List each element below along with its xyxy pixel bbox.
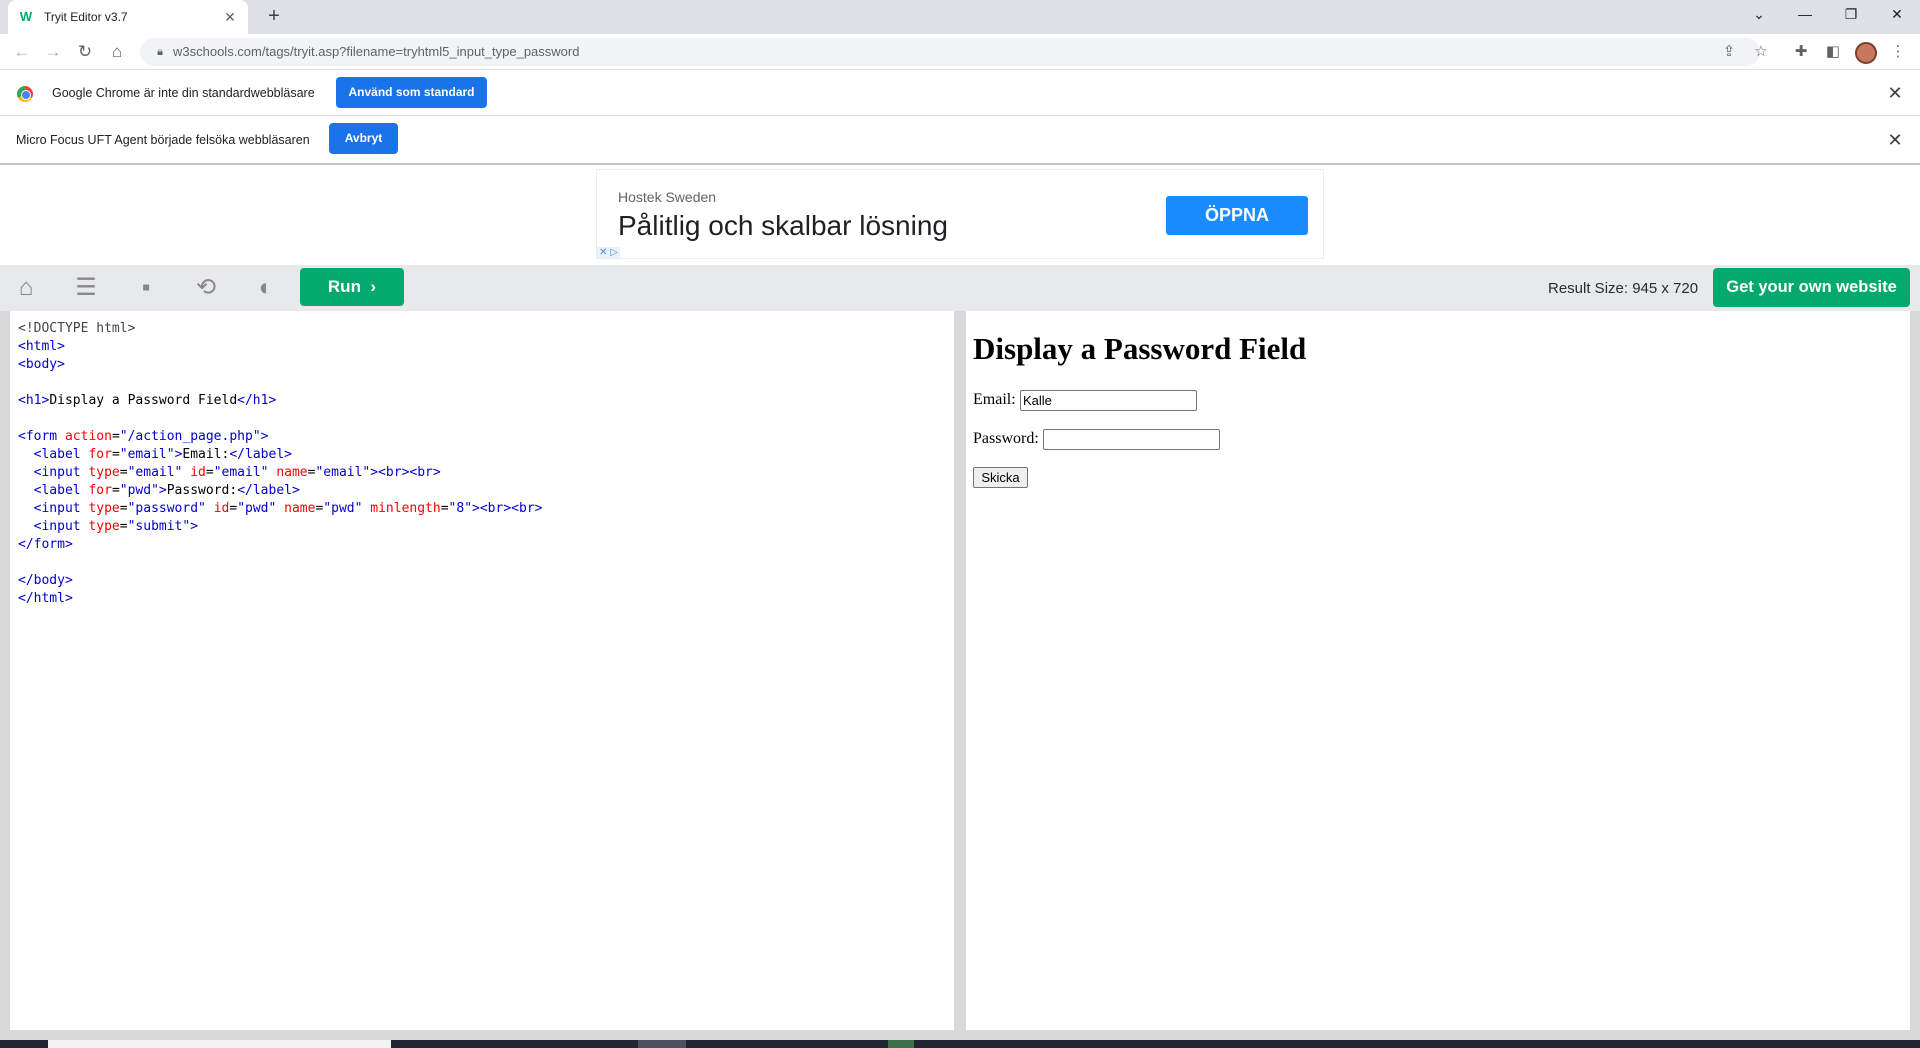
- ad-open-button[interactable]: ÖPPNA: [1166, 196, 1308, 235]
- infobar-message: Micro Focus UFT Agent började felsöka we…: [16, 133, 310, 147]
- run-button[interactable]: Run ›: [300, 268, 404, 306]
- default-browser-infobar: Google Chrome är inte din standardwebblä…: [0, 71, 1920, 116]
- ad-brand: Hostek Sweden: [618, 189, 717, 205]
- submit-button[interactable]: Skicka: [973, 467, 1028, 488]
- code-line[interactable]: <input type="email" id="email" name="ema…: [18, 464, 542, 482]
- url-text[interactable]: w3schools.com/tags/tryit.asp?filename=tr…: [173, 44, 579, 59]
- ad-banner[interactable]: Hostek Sweden Pålitlig och skalbar lösni…: [596, 169, 1324, 259]
- code-line[interactable]: <html>: [18, 338, 542, 356]
- share-icon[interactable]: ⇪: [1717, 40, 1741, 64]
- result-size: Result Size: 945 x 720: [1548, 280, 1699, 297]
- code-editor[interactable]: <!DOCTYPE html> <html> <body> <h1>Display …: [10, 311, 954, 1030]
- back-icon[interactable]: ←: [10, 40, 34, 64]
- result-heading: Display a Password Field: [973, 331, 1307, 366]
- minimize-icon[interactable]: —: [1782, 0, 1828, 30]
- code-line[interactable]: <body>: [18, 356, 542, 374]
- ad-headline[interactable]: Pålitlig och skalbar lösning: [618, 210, 948, 242]
- theme-toggle-icon[interactable]: ◐: [251, 273, 281, 303]
- taskbar-search[interactable]: [48, 1040, 391, 1048]
- restore-icon[interactable]: ❐: [1828, 0, 1874, 30]
- code-line[interactable]: </html>: [18, 590, 542, 608]
- adchoices-icon[interactable]: ✕ ▷: [597, 247, 620, 258]
- password-field[interactable]: [1043, 429, 1220, 450]
- tab-title: Tryit Editor v3.7: [44, 10, 128, 24]
- taskbar-app[interactable]: [888, 1040, 914, 1048]
- extensions-icon[interactable]: ✚: [1789, 40, 1813, 64]
- uft-agent-infobar: Micro Focus UFT Agent började felsöka we…: [0, 117, 1920, 165]
- tryit-toolbar: ⌂ ☰ ▪ ⟲ ◐ Run › Result Size: 945 x 720 G…: [0, 265, 1920, 311]
- cancel-button[interactable]: Avbryt: [329, 123, 398, 154]
- browser-tab[interactable]: W Tryit Editor v3.7 ✕: [8, 0, 248, 34]
- taskbar-app[interactable]: [638, 1040, 686, 1048]
- code-line[interactable]: <input type="password" id="pwd" name="pw…: [18, 500, 543, 518]
- password-label: Password:: [973, 430, 1039, 447]
- reload-icon[interactable]: ↻: [73, 40, 97, 64]
- infobar-message: Google Chrome är inte din standardwebblä…: [52, 86, 315, 100]
- code-line[interactable]: </form>: [18, 536, 542, 554]
- run-label: Run: [327, 277, 361, 296]
- ad-area: Hostek Sweden Pålitlig och skalbar lösni…: [0, 167, 1920, 264]
- home-icon[interactable]: ⌂: [11, 273, 41, 303]
- code-line[interactable]: <label for="pwd">Password:</label>: [18, 482, 542, 500]
- bookmark-star-icon[interactable]: ☆: [1749, 40, 1773, 64]
- code-line[interactable]: [18, 374, 542, 392]
- code-line[interactable]: <label for="email">Email:</label>: [18, 446, 542, 464]
- w3schools-icon: W: [19, 9, 33, 24]
- workspace: <!DOCTYPE html> <html> <body> <h1>Display …: [0, 311, 1920, 1040]
- chevron-right-icon: ›: [365, 277, 377, 296]
- close-tab-icon[interactable]: ✕: [222, 9, 238, 26]
- result-frame: Display a Password Field Email: Kalle Pa…: [966, 311, 1910, 1030]
- new-tab-icon[interactable]: +: [262, 5, 286, 29]
- code-line[interactable]: <!DOCTYPE html>: [18, 320, 542, 338]
- email-label: Email:: [973, 391, 1016, 408]
- code-line[interactable]: <form action="/action_page.php">: [18, 428, 542, 446]
- menu-dots-icon[interactable]: ⋮: [1886, 40, 1910, 64]
- code-line[interactable]: [18, 554, 542, 572]
- get-own-website-button[interactable]: Get your own website: [1713, 268, 1910, 307]
- forward-icon[interactable]: →: [41, 40, 65, 64]
- tab-strip: W Tryit Editor v3.7 ✕ + ⌄ — ❐ ✕: [0, 0, 1920, 34]
- profile-avatar[interactable]: [1855, 42, 1877, 64]
- side-panel-icon[interactable]: ◧: [1821, 40, 1845, 64]
- browser-toolbar: ← → ↻ ⌂ 🔒︎ w3schools.com/tags/tryit.asp?…: [0, 34, 1920, 70]
- tab-search-icon[interactable]: ⌄: [1736, 0, 1782, 30]
- code-line[interactable]: </body>: [18, 572, 542, 590]
- code-text[interactable]: <!DOCTYPE html> <html> <body> <h1>Display …: [18, 320, 542, 608]
- home-icon[interactable]: ⌂: [105, 40, 129, 64]
- code-line[interactable]: [18, 410, 542, 428]
- code-line[interactable]: <h1>Display a Password Field</h1>: [18, 392, 542, 410]
- email-field[interactable]: Kalle: [1020, 390, 1197, 411]
- os-taskbar: [0, 1040, 1920, 1048]
- close-infobar-icon[interactable]: ✕: [1886, 130, 1904, 151]
- lock-icon[interactable]: 🔒︎: [150, 42, 170, 62]
- chrome-logo-icon: [17, 86, 33, 102]
- rotate-layout-icon[interactable]: ⟲: [191, 273, 221, 303]
- save-icon[interactable]: ▪: [131, 273, 161, 303]
- close-infobar-icon[interactable]: ✕: [1886, 83, 1904, 104]
- menu-icon[interactable]: ☰: [71, 273, 101, 303]
- close-window-icon[interactable]: ✕: [1874, 0, 1920, 30]
- set-default-button[interactable]: Använd som standard: [336, 77, 487, 108]
- code-line[interactable]: <input type="submit">: [18, 518, 542, 536]
